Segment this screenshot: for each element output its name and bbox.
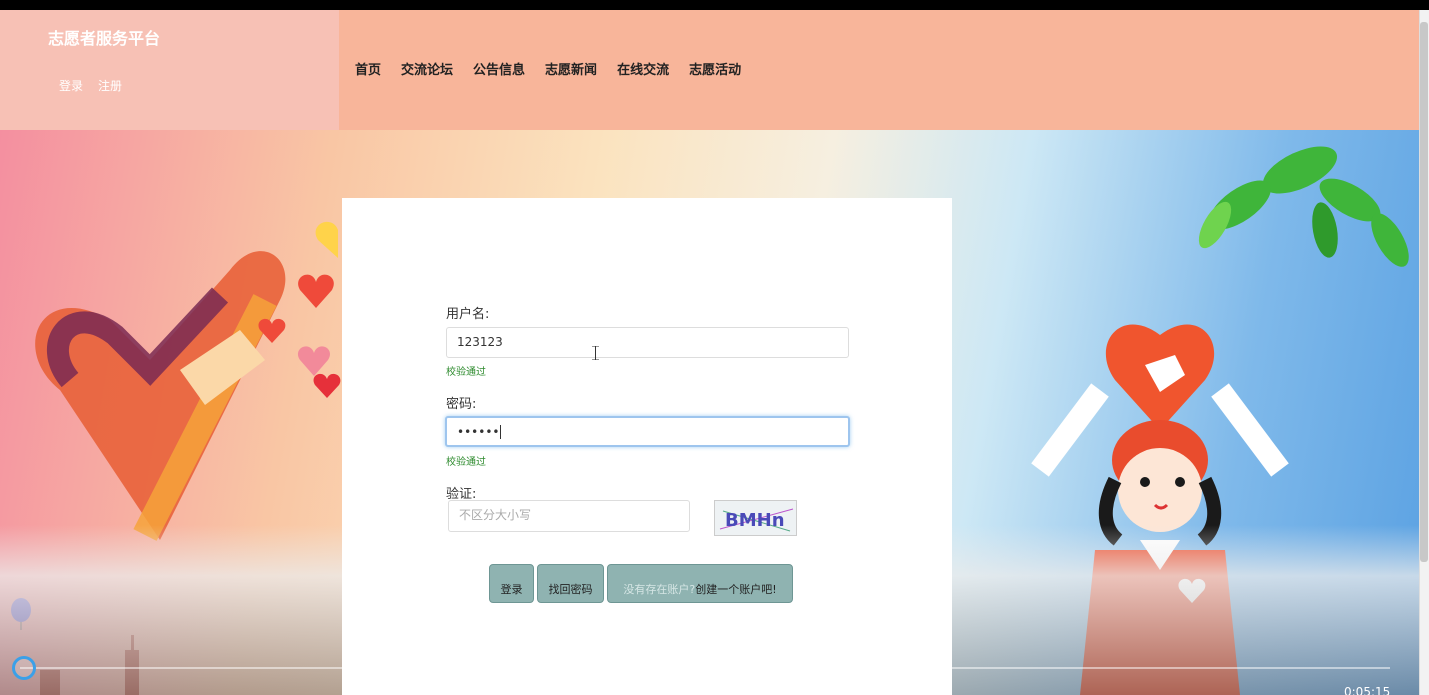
heart-hand-illustration — [35, 251, 286, 541]
login-button[interactable]: 登录 — [489, 564, 534, 603]
site-header: 志愿者服务平台 登录 注册 首页 交流论坛 公告信息 志愿新闻 在线交流 志愿活… — [0, 10, 1419, 130]
nav-forum[interactable]: 交流论坛 — [401, 59, 453, 78]
brand-box: 志愿者服务平台 登录 注册 — [0, 10, 339, 130]
forgot-password-label: 找回密码 — [548, 582, 593, 596]
create-account-label: 创建一个账户吧! — [695, 582, 777, 596]
site-title: 志愿者服务平台 — [48, 29, 161, 48]
text-cursor-icon — [592, 346, 599, 360]
login-link[interactable]: 登录 — [59, 77, 83, 94]
username-validation: 校验通过 — [446, 367, 486, 378]
nav-online-chat[interactable]: 在线交流 — [617, 59, 669, 78]
forgot-password-button[interactable]: 找回密码 — [537, 564, 604, 603]
captcha-image[interactable]: BMHn — [714, 500, 797, 536]
password-label: 密码: — [446, 397, 477, 412]
nav-home[interactable]: 首页 — [355, 59, 381, 78]
register-link[interactable]: 注册 — [98, 77, 122, 94]
password-value: •••••• — [457, 425, 500, 439]
create-account-button[interactable]: 没有存在账户? 创建一个账户吧! — [607, 564, 793, 603]
username-label: 用户名: — [446, 307, 490, 322]
captcha-text: BMHn — [725, 510, 785, 531]
page-scrollbar[interactable] — [1419, 10, 1429, 695]
scrollbar-thumb[interactable] — [1420, 22, 1428, 562]
caret — [500, 425, 502, 439]
password-input[interactable]: •••••• — [445, 416, 850, 447]
username-input[interactable]: 123123 — [446, 327, 849, 358]
nav-activities[interactable]: 志愿活动 — [689, 59, 741, 78]
password-validation: 校验通过 — [446, 457, 486, 468]
main-nav: 首页 交流论坛 公告信息 志愿新闻 在线交流 志愿活动 — [355, 59, 741, 78]
leaves — [1198, 146, 1409, 267]
yellow-heart — [315, 221, 338, 258]
login-button-label: 登录 — [500, 582, 523, 596]
nav-announcements[interactable]: 公告信息 — [473, 59, 525, 78]
no-account-text: 没有存在账户? — [623, 582, 696, 596]
video-timecode: 0:05:15 — [1344, 685, 1391, 695]
captcha-graphic: BMHn — [719, 508, 794, 532]
video-progress-bar[interactable] — [20, 667, 1390, 669]
captcha-input[interactable]: 不区分大小写 — [448, 500, 690, 532]
video-progress-knob[interactable] — [12, 656, 36, 680]
auth-links: 登录 注册 — [59, 77, 122, 94]
captcha-placeholder: 不区分大小写 — [459, 508, 532, 522]
nav-news[interactable]: 志愿新闻 — [545, 59, 597, 78]
username-value: 123123 — [457, 335, 503, 349]
window-top-bar — [0, 0, 1429, 10]
